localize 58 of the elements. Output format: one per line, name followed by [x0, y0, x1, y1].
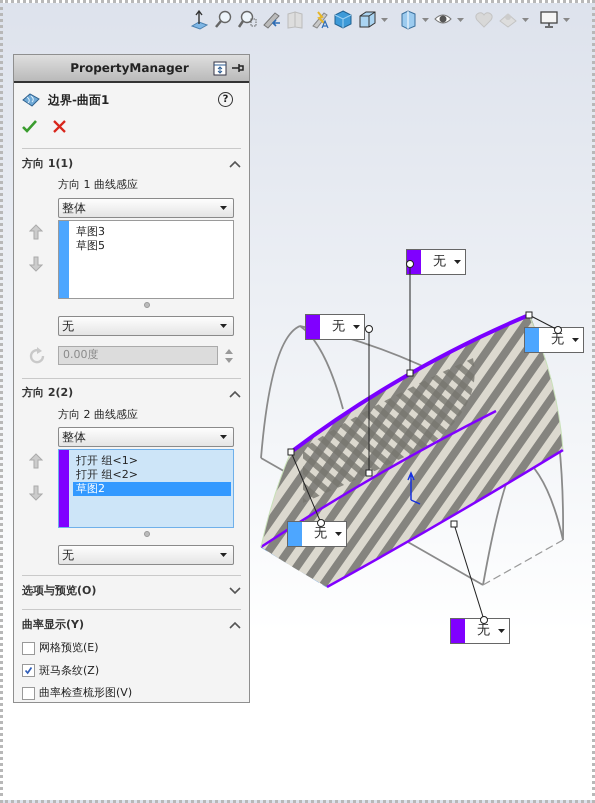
section-header[interactable]: 曲率显示(Y)	[22, 616, 84, 634]
dropdown[interactable]: 无	[58, 545, 234, 565]
checkbox[interactable]	[22, 664, 35, 678]
dropdown[interactable]: 整体	[58, 198, 234, 218]
leader-line	[526, 312, 562, 334]
caret-icon[interactable]	[498, 629, 505, 633]
monitor-icon[interactable]	[539, 9, 559, 30]
list-item[interactable]: 打开 组<1>	[73, 454, 231, 468]
caret-icon[interactable]	[454, 260, 461, 264]
resize-grip-icon[interactable]	[144, 531, 150, 537]
list-item[interactable]: 草图5	[73, 238, 231, 252]
caret-icon[interactable]	[335, 532, 342, 536]
selection-list[interactable]: 草图3 草图5	[58, 220, 234, 298]
close-icon[interactable]	[53, 120, 66, 132]
caret-icon[interactable]	[220, 206, 227, 210]
caret-icon[interactable]	[220, 553, 227, 557]
panel-title: PropertyManager	[69, 60, 190, 77]
dropdown[interactable]: 整体	[58, 427, 234, 447]
callout-dropdown[interactable]: 无	[305, 314, 365, 340]
check-icon[interactable]	[22, 120, 37, 132]
selection-list[interactable]: 打开 组<1> 打开 组<2> 草图2	[58, 449, 234, 528]
caret-icon[interactable]	[353, 325, 360, 329]
display-icon[interactable]	[213, 60, 227, 76]
field-label: 方向 2 曲线感应	[58, 406, 139, 422]
callout-dropdown[interactable]: 无	[406, 249, 466, 275]
expand-icon[interactable]	[229, 587, 241, 595]
collapse-icon[interactable]	[229, 390, 241, 398]
cube-icon[interactable]	[357, 9, 377, 30]
help-icon[interactable]: ?	[218, 92, 233, 107]
caret-icon[interactable]	[220, 435, 227, 439]
zoom-icon[interactable]	[213, 9, 233, 30]
feature-title: 边界-曲面1	[48, 92, 110, 108]
axis-icon[interactable]	[189, 9, 209, 30]
cube-icon[interactable]	[333, 9, 353, 30]
checkbox-label: 斑马条纹(Z)	[39, 662, 100, 678]
zoom-icon[interactable]	[237, 9, 257, 30]
section-header[interactable]: 选项与预览(O)	[22, 582, 96, 600]
angle-field: 0.00度	[58, 346, 218, 365]
triad-icon	[407, 471, 421, 505]
callout-dropdown[interactable]: 无	[287, 521, 347, 547]
surface-icon	[22, 92, 40, 106]
collapse-icon[interactable]	[229, 621, 241, 629]
section-header[interactable]: 方向 1(1)	[22, 156, 74, 172]
resize-grip-icon[interactable]	[144, 302, 150, 308]
caret-icon[interactable]	[220, 324, 227, 328]
checkbox-label: 曲率检查梳形图(V)	[39, 685, 132, 701]
caret-icon[interactable]	[572, 338, 579, 342]
checkbox[interactable]	[22, 686, 35, 700]
section-header[interactable]: 方向 2(2)	[22, 385, 74, 402]
spinner-icon[interactable]	[224, 346, 234, 364]
checkbox-label: 网格预览(E)	[39, 640, 99, 656]
list-item[interactable]: 打开 组<2>	[73, 468, 231, 482]
checkbox[interactable]	[22, 642, 35, 655]
dropdown[interactable]: 无	[58, 316, 234, 336]
collapse-icon[interactable]	[229, 160, 241, 168]
list-item[interactable]: 草图3	[73, 224, 231, 238]
field-label: 方向 1 曲线感应	[58, 177, 139, 193]
callout-dropdown[interactable]: 无	[450, 618, 510, 644]
